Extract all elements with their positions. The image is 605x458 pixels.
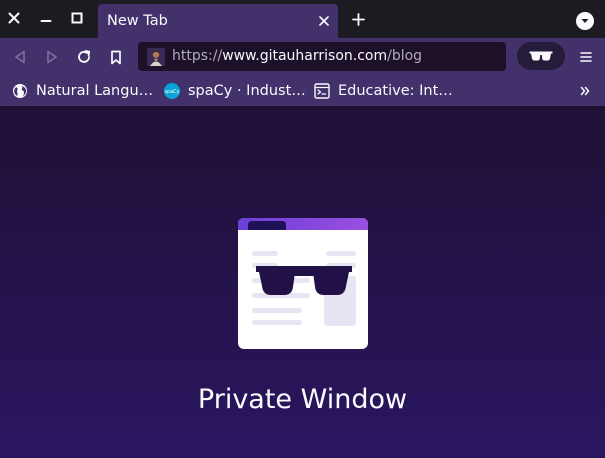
- spacy-icon: spaCy: [164, 83, 180, 99]
- bookmark-page-button[interactable]: [105, 46, 127, 68]
- private-browsing-indicator: [517, 42, 565, 70]
- chevron-double-right-icon: [580, 86, 590, 96]
- app-menu-button[interactable]: [577, 46, 595, 68]
- arrow-right-icon: [47, 50, 57, 64]
- window-minimize-button[interactable]: [37, 7, 55, 29]
- tab-close-button[interactable]: [316, 12, 332, 30]
- tab-strip: New Tab: [0, 0, 605, 38]
- url-scheme: https://: [172, 48, 223, 64]
- new-tab-button[interactable]: [348, 9, 368, 29]
- reload-icon: [78, 50, 91, 63]
- window-close-button[interactable]: [5, 7, 23, 29]
- hamburger-menu-icon: [580, 52, 592, 62]
- globe-icon: [13, 84, 27, 98]
- close-icon: [319, 16, 329, 26]
- bookmark-label: Educative: Int…: [338, 83, 453, 99]
- bookmark-icon: [111, 50, 121, 64]
- bookmarks-overflow-button[interactable]: [577, 81, 593, 101]
- url-path: /blog: [387, 48, 423, 64]
- list-all-tabs-button[interactable]: [576, 12, 594, 30]
- url-text[interactable]: https://www.gitauharrison.com/blog: [172, 48, 422, 64]
- window-maximize-button[interactable]: [68, 7, 86, 29]
- close-icon: [8, 12, 20, 24]
- private-mask-icon: [529, 51, 553, 61]
- bookmark-item-natural-language[interactable]: Natural Langu…: [12, 79, 153, 103]
- tab-title: New Tab: [107, 13, 168, 29]
- plus-icon: [351, 12, 365, 26]
- bookmark-label: Natural Langu…: [36, 83, 154, 99]
- reload-button[interactable]: [73, 46, 95, 68]
- chevron-down-icon: [581, 19, 589, 23]
- bookmarks-toolbar: Natural Langu… spaCy spaCy · Indust… Edu…: [0, 76, 605, 106]
- address-bar[interactable]: https://www.gitauharrison.com/blog: [138, 42, 506, 71]
- site-favicon-icon: [147, 48, 165, 66]
- educative-icon: [314, 83, 330, 99]
- forward-button[interactable]: [41, 46, 63, 68]
- private-window-page: Private Window: [0, 106, 605, 458]
- maximize-icon: [71, 12, 83, 24]
- arrow-left-icon: [15, 50, 25, 64]
- minimize-icon: [40, 20, 52, 22]
- bookmark-item-educative[interactable]: Educative: Int…: [314, 79, 453, 103]
- tab-new-tab[interactable]: New Tab: [98, 4, 338, 38]
- navigation-toolbar: https://www.gitauharrison.com/blog: [0, 38, 605, 76]
- back-button[interactable]: [9, 46, 31, 68]
- private-window-heading: Private Window: [197, 384, 408, 415]
- bookmark-item-spacy[interactable]: spaCy spaCy · Indust…: [164, 79, 306, 103]
- url-host: www.gitauharrison.com: [222, 48, 388, 64]
- svg-text:spaCy: spaCy: [165, 89, 180, 95]
- bookmark-label: spaCy · Indust…: [188, 83, 306, 99]
- private-browsing-illustration: [238, 218, 368, 349]
